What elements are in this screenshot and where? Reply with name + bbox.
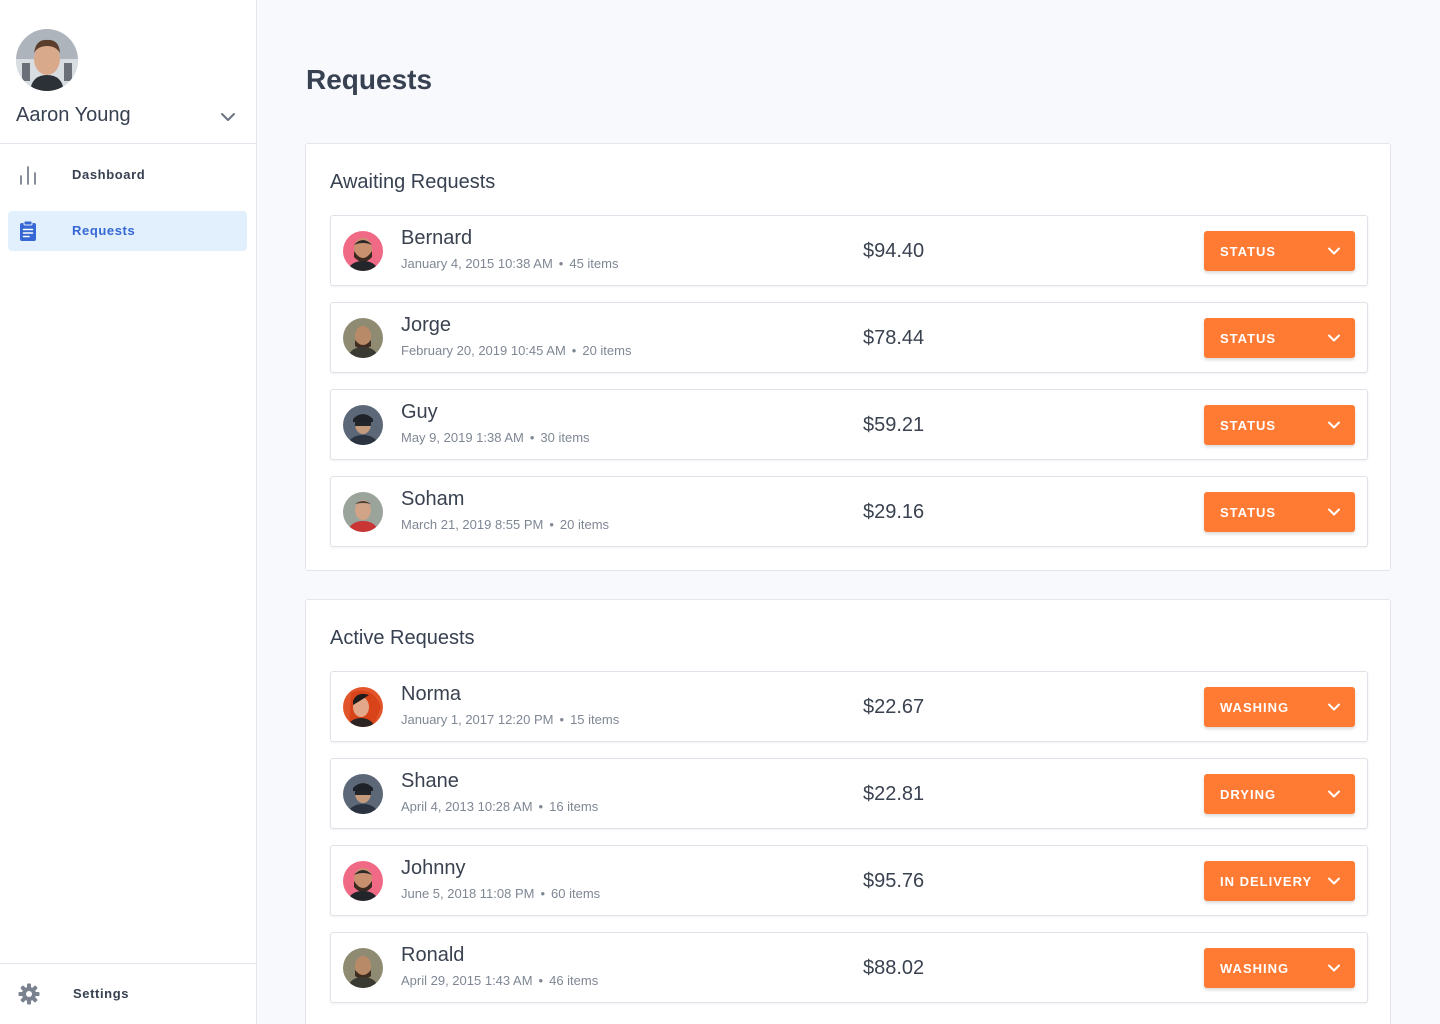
user-avatar xyxy=(16,29,78,91)
request-date: March 21, 2019 8:55 PM xyxy=(401,517,544,532)
request-meta: February 20, 2019 10:45 AM • 20 items xyxy=(401,343,632,358)
sidebar-item-label: Requests xyxy=(72,223,136,238)
section-title: Active Requests xyxy=(330,627,475,649)
sidebar-item-dashboard[interactable]: Dashboard xyxy=(8,155,247,195)
request-price: $95.76 xyxy=(863,870,925,892)
status-label: STATUS xyxy=(1220,244,1277,259)
chevron-down-icon xyxy=(1327,244,1341,258)
avatar xyxy=(343,318,383,358)
request-date: April 29, 2015 1:43 AM xyxy=(401,973,533,988)
status-dropdown[interactable]: WASHING xyxy=(1204,687,1355,727)
avatar xyxy=(343,774,383,814)
awaiting-requests-panel: Awaiting Requests Bernard January 4, 201… xyxy=(305,143,1391,571)
chevron-down-icon xyxy=(1327,331,1341,345)
request-price: $59.21 xyxy=(863,414,925,436)
chevron-down-icon xyxy=(1327,505,1341,519)
status-dropdown[interactable]: IN DELIVERY xyxy=(1204,861,1355,901)
request-name: Shane xyxy=(401,770,459,792)
status-label: STATUS xyxy=(1220,418,1277,433)
page-title: Requests xyxy=(306,64,433,95)
status-dropdown[interactable]: DRYING xyxy=(1204,774,1355,814)
section-title: Awaiting Requests xyxy=(330,171,496,193)
request-items: 46 items xyxy=(549,973,599,988)
request-meta: January 4, 2015 10:38 AM • 45 items xyxy=(401,256,619,271)
status-dropdown[interactable]: STATUS xyxy=(1204,231,1355,271)
request-meta: May 9, 2019 1:38 AM • 30 items xyxy=(401,430,590,445)
sidebar-item-requests[interactable]: Requests xyxy=(8,211,247,251)
request-row[interactable]: Shane April 4, 2013 10:28 AM • 16 items $2… xyxy=(330,758,1368,829)
request-date: May 9, 2019 1:38 AM xyxy=(401,430,524,445)
request-price: $88.02 xyxy=(863,957,925,979)
request-name: Soham xyxy=(401,488,465,510)
bar-chart-icon xyxy=(18,165,38,185)
request-row[interactable]: Jorge February 20, 2019 10:45 AM • 20 item… xyxy=(330,302,1368,373)
request-meta: January 1, 2017 12:20 PM • 15 items xyxy=(401,712,620,727)
request-meta: June 5, 2018 11:08 PM • 60 items xyxy=(401,886,601,901)
request-items: 20 items xyxy=(582,343,632,358)
request-items: 16 items xyxy=(549,799,599,814)
request-items: 30 items xyxy=(540,430,590,445)
status-label: WASHING xyxy=(1220,961,1290,976)
request-date: February 20, 2019 10:45 AM xyxy=(401,343,566,358)
chevron-down-icon xyxy=(1327,961,1341,975)
request-price: $22.67 xyxy=(863,696,925,718)
avatar xyxy=(343,492,383,532)
request-name: Johnny xyxy=(401,857,466,879)
chevron-down-icon xyxy=(1327,874,1341,888)
gear-icon xyxy=(18,983,40,1005)
avatar xyxy=(343,687,383,727)
request-date: January 1, 2017 12:20 PM xyxy=(401,712,554,727)
request-name: Ronald xyxy=(401,944,465,966)
request-row[interactable]: Johnny June 5, 2018 11:08 PM • 60 items $9… xyxy=(330,845,1368,916)
request-items: 45 items xyxy=(569,256,619,271)
avatar xyxy=(343,861,383,901)
status-label: IN DELIVERY xyxy=(1220,874,1313,889)
status-dropdown[interactable]: STATUS xyxy=(1204,492,1355,532)
sidebar: Aaron Young Dashboard Requests Settings xyxy=(0,0,257,1024)
clipboard-icon xyxy=(18,220,38,241)
request-name: Guy xyxy=(401,401,438,423)
avatar xyxy=(343,405,383,445)
chevron-down-icon xyxy=(1327,418,1341,432)
request-items: 20 items xyxy=(559,517,610,532)
request-date: April 4, 2013 10:28 AM xyxy=(401,799,533,814)
avatar xyxy=(343,231,383,271)
request-row[interactable]: Bernard January 4, 2015 10:38 AM • 45 item… xyxy=(330,215,1368,286)
sidebar-item-label: Settings xyxy=(73,986,130,1001)
sidebar-item-label: Dashboard xyxy=(72,167,146,182)
request-row[interactable]: Ronald April 29, 2015 1:43 AM • 46 items $… xyxy=(330,932,1368,1003)
request-meta: March 21, 2019 8:55 PM • 20 items xyxy=(401,517,610,532)
request-date: January 4, 2015 10:38 AM xyxy=(401,256,553,271)
status-label: WASHING xyxy=(1220,700,1290,715)
chevron-down-icon xyxy=(1327,787,1341,801)
active-requests-panel: Active Requests Norma January 1, 2017 12… xyxy=(305,599,1391,1024)
sidebar-item-settings[interactable]: Settings xyxy=(0,963,256,1024)
request-row[interactable]: Norma January 1, 2017 12:20 PM • 15 items … xyxy=(330,671,1368,742)
status-label: STATUS xyxy=(1220,331,1277,346)
user-name: Aaron Young xyxy=(16,104,131,126)
request-price: $22.81 xyxy=(863,783,925,805)
request-row[interactable]: Soham March 21, 2019 8:55 PM • 20 items $2… xyxy=(330,476,1368,547)
request-items: 60 items xyxy=(551,886,601,901)
status-dropdown[interactable]: STATUS xyxy=(1204,318,1355,358)
request-price: $94.40 xyxy=(863,240,925,262)
request-name: Norma xyxy=(401,683,462,705)
status-label: DRYING xyxy=(1220,787,1277,802)
user-profile[interactable]: Aaron Young xyxy=(0,0,256,144)
chevron-down-icon xyxy=(1327,700,1341,714)
request-meta: April 4, 2013 10:28 AM • 16 items xyxy=(401,799,599,814)
request-price: $29.16 xyxy=(863,501,925,523)
status-dropdown[interactable]: WASHING xyxy=(1204,948,1355,988)
status-dropdown[interactable]: STATUS xyxy=(1204,405,1355,445)
request-name: Jorge xyxy=(401,314,452,336)
request-row[interactable]: Guy May 9, 2019 1:38 AM • 30 items $59.21 … xyxy=(330,389,1368,460)
request-meta: April 29, 2015 1:43 AM • 46 items xyxy=(401,973,599,988)
request-date: June 5, 2018 11:08 PM xyxy=(401,886,535,901)
status-label: STATUS xyxy=(1220,505,1277,520)
chevron-down-icon[interactable] xyxy=(220,109,236,125)
request-items: 15 items xyxy=(570,712,620,727)
request-price: $78.44 xyxy=(863,327,925,349)
request-name: Bernard xyxy=(401,227,473,249)
avatar xyxy=(343,948,383,988)
